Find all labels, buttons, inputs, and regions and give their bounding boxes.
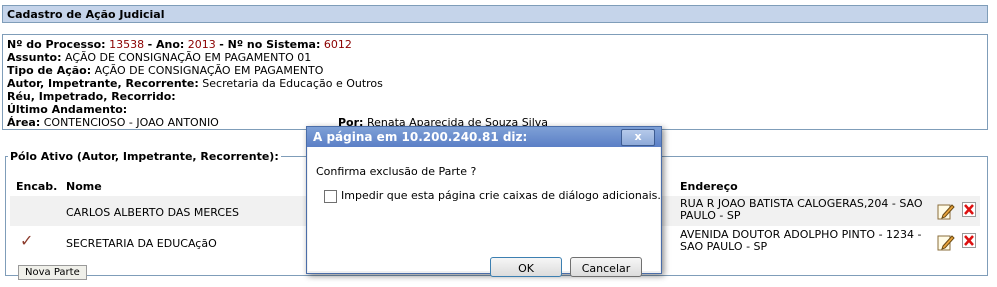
process-number-label: Nº do Processo: (7, 38, 106, 51)
assunto-line: Assunto: AÇÃO DE CONSIGNAÇÃO EM PAGAMENT… (7, 51, 983, 64)
checkmark-icon: ✓ (20, 231, 34, 250)
polo-ativo-legend: Pólo Ativo (Autor, Impetrante, Recorrent… (10, 150, 279, 163)
row-endereco: AVENIDA DOUTOR ADOLPHO PINTO - 1234 - SA… (680, 228, 922, 253)
delete-x-icon[interactable] (962, 233, 976, 248)
confirm-dialog: A página em 10.200.240.81 diz: x Confirm… (306, 126, 662, 277)
edit-pencil-icon[interactable] (937, 202, 955, 220)
assunto-value: AÇÃO DE CONSIGNAÇÃO EM PAGAMENTO 01 (64, 51, 312, 64)
autor-value: Secretaria da Educação e Outros (202, 77, 383, 90)
dialog-body: Confirma exclusão de Parte ? Impedir que… (308, 147, 661, 277)
delete-x-icon[interactable] (962, 202, 976, 217)
process-number-line: Nº do Processo: 13538 - Ano: 2013 - Nº n… (7, 38, 983, 51)
system-number-value: 6012 (323, 38, 352, 51)
cancel-button[interactable]: Cancelar (570, 257, 642, 277)
row-endereco: RUA R JOAO BATISTA CALOGERAS,204 - SAO P… (680, 197, 923, 222)
row-nome: CARLOS ALBERTO DAS MERCES (66, 206, 240, 219)
ultimo-andamento-label: Último Andamento: (7, 103, 128, 116)
process-number-value: 13538 (109, 38, 145, 51)
dialog-title-bar: A página em 10.200.240.81 diz: x (307, 127, 661, 147)
suppress-dialogs-label[interactable]: Impedir que esta página crie caixas de d… (341, 189, 661, 202)
area-value: CONTENCIOSO - JOAO ANTONIO (43, 116, 219, 129)
autor-label: Autor, Impetrante, Recorrente: (7, 77, 199, 90)
system-number-label: - Nº no Sistema: (219, 38, 321, 51)
nova-parte-button[interactable]: Nova Parte (18, 265, 87, 280)
row-nome: SECRETARIA DA EDUCAçãO (66, 237, 217, 250)
process-info: Nº do Processo: 13538 - Ano: 2013 - Nº n… (2, 34, 988, 130)
encab-header: Encab. (16, 180, 58, 193)
ok-button[interactable]: OK (490, 257, 562, 277)
assunto-label: Assunto: (7, 51, 62, 64)
suppress-dialogs-checkbox[interactable] (324, 190, 337, 203)
tipo-acao-line: Tipo de Ação: AÇÃO DE CONSIGNAÇÃO EM PAG… (7, 64, 983, 77)
edit-pencil-icon[interactable] (937, 233, 955, 251)
endereco-header: Endereço (680, 180, 738, 193)
year-label: - Ano: (147, 38, 185, 51)
nome-header: Nome (66, 180, 102, 193)
reu-line: Réu, Impetrado, Recorrido: (7, 90, 983, 103)
dialog-message: Confirma exclusão de Parte ? (316, 165, 477, 178)
tipo-acao-label: Tipo de Ação: (7, 64, 92, 77)
tipo-acao-value: AÇÃO DE CONSIGNAÇÃO EM PAGAMENTO (94, 64, 324, 77)
autor-line: Autor, Impetrante, Recorrente: Secretari… (7, 77, 983, 90)
dialog-title: A página em 10.200.240.81 diz: (313, 130, 528, 144)
reu-label: Réu, Impetrado, Recorrido: (7, 90, 176, 103)
area-label: Área: (7, 116, 41, 129)
year-value: 2013 (187, 38, 216, 51)
ultimo-andamento-line: Último Andamento: (7, 103, 983, 116)
page-title: Cadastro de Ação Judicial (2, 5, 988, 23)
close-icon[interactable]: x (621, 129, 655, 146)
